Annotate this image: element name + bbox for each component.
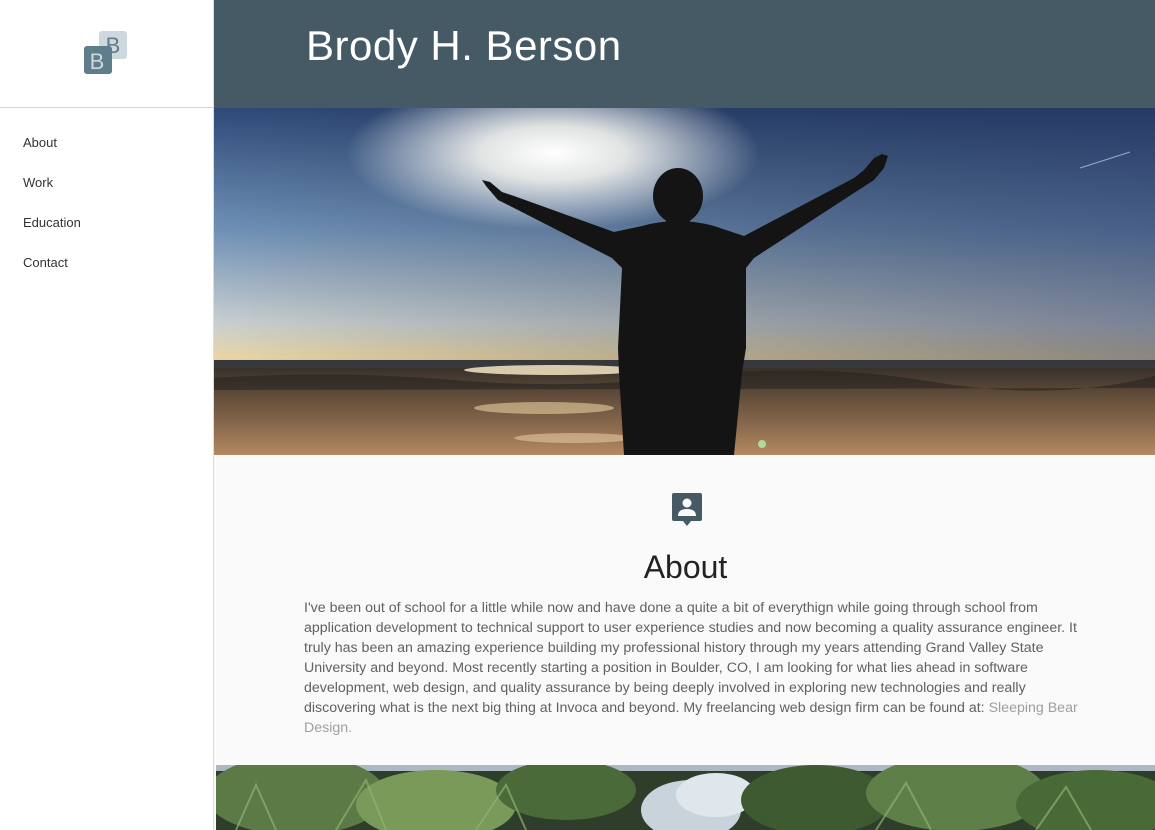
logo-area: B B: [0, 0, 213, 108]
page-title: Brody H. Berson: [306, 22, 622, 69]
about-paragraph: I've been out of school for a little whi…: [304, 598, 1084, 738]
sidebar: B B About Work Education Contact: [0, 0, 214, 830]
forest-stream-photo: [216, 765, 1155, 830]
section-title-about: About: [643, 549, 728, 585]
logo-letter-front: B: [90, 49, 105, 74]
sidebar-item-contact[interactable]: Contact: [23, 255, 68, 270]
sidebar-item-work[interactable]: Work: [23, 175, 53, 190]
account-box-icon: [672, 493, 702, 526]
about-section: About I've been out of school for a litt…: [216, 455, 1155, 765]
hero-image: [214, 108, 1155, 455]
sidebar-item-education[interactable]: Education: [23, 215, 81, 230]
page-header: Brody H. Berson: [214, 0, 1155, 108]
sidebar-item-about[interactable]: About: [23, 135, 57, 150]
section-divider-image: [216, 765, 1155, 830]
bb-logo-icon[interactable]: B B: [83, 30, 128, 75]
about-body-text: I've been out of school for a little whi…: [304, 600, 1077, 716]
hero-photo: [214, 108, 1155, 455]
